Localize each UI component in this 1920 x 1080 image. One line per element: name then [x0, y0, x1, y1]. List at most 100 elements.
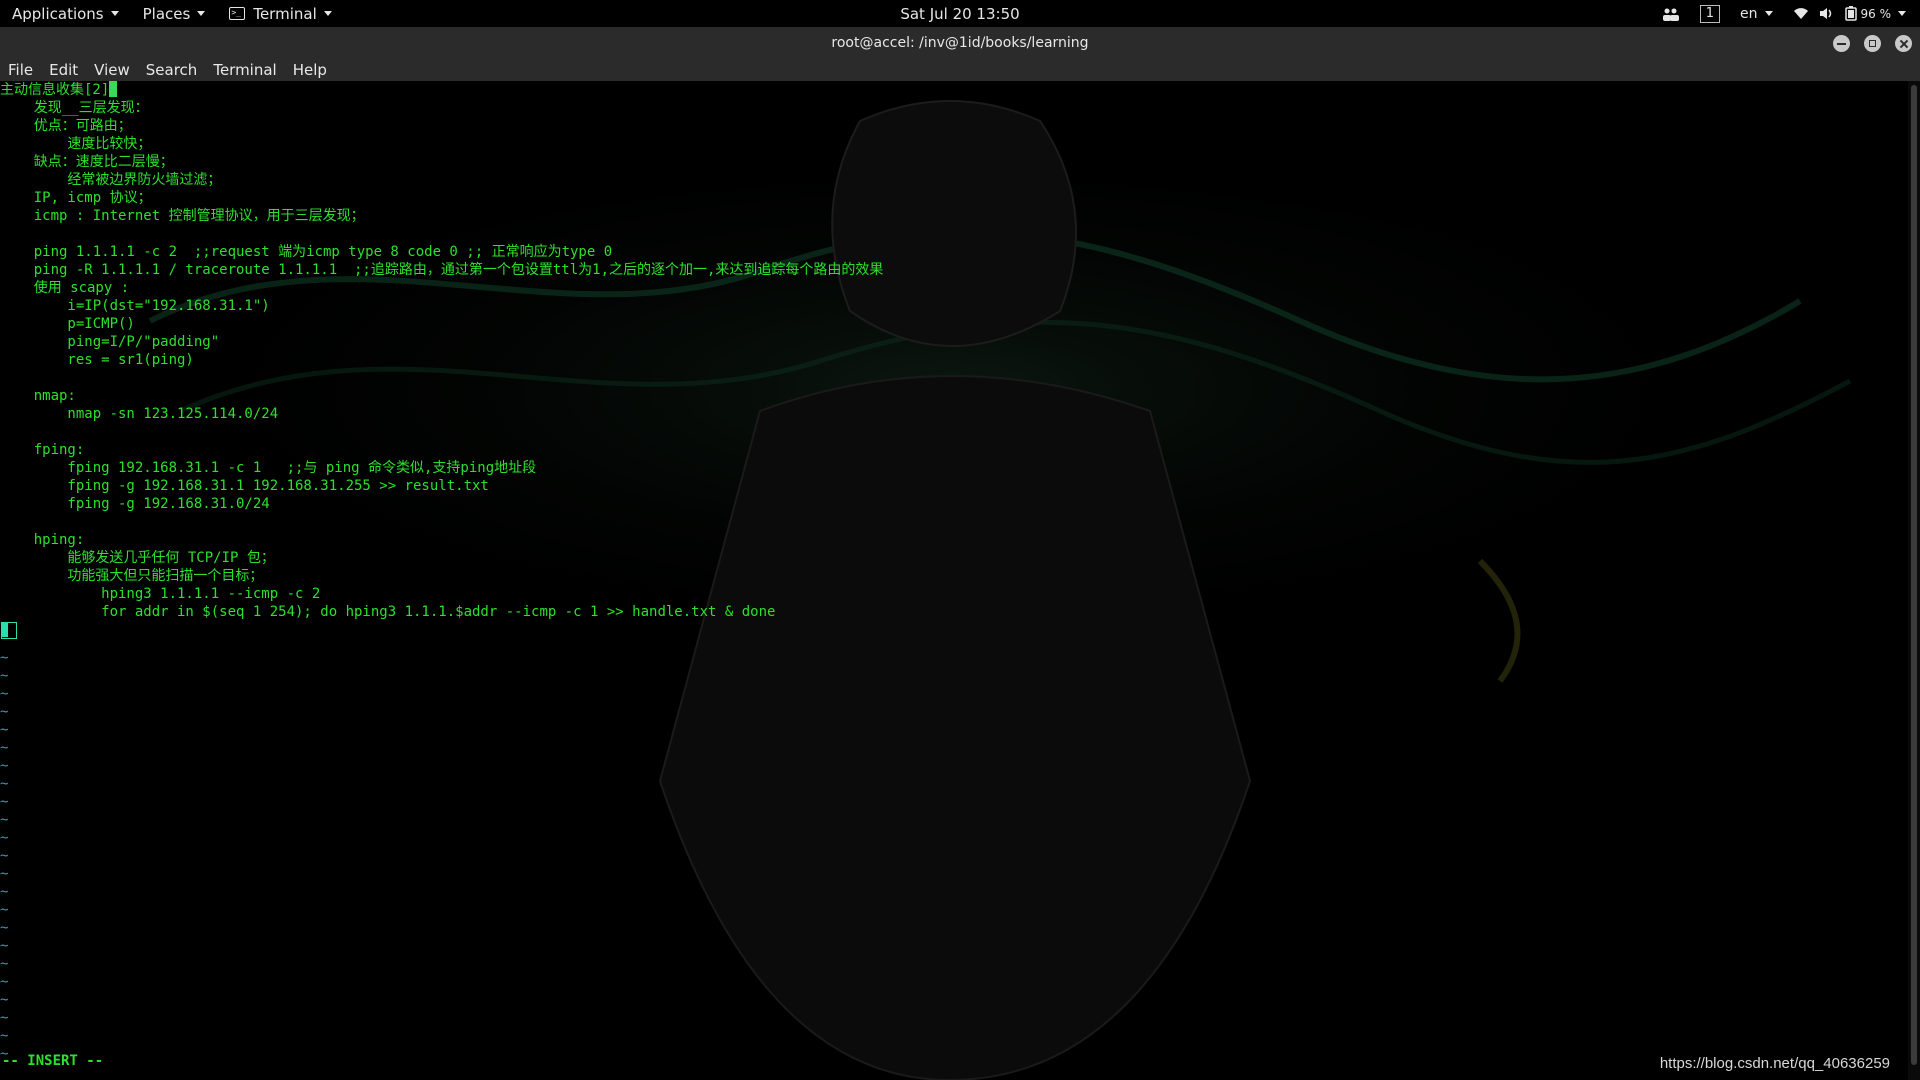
people-icon-svg: [1662, 8, 1679, 21]
applications-label: Applications: [12, 4, 104, 23]
vim-line: ping 1.1.1.1 -c 2 ;;request 端为icmp type …: [0, 243, 1908, 261]
terminal-app-menu[interactable]: >_ Terminal: [217, 0, 343, 27]
vim-empty-lines: ~ ~ ~ ~ ~ ~ ~ ~ ~ ~ ~ ~ ~ ~ ~ ~ ~ ~ ~ ~ …: [0, 650, 9, 1062]
terminal-area[interactable]: 主动信息收集[2] 发现__三层发现： 优点：可路由； 速度比较快； 缺点：速度…: [0, 81, 1908, 1080]
volume-icon: [1819, 8, 1831, 19]
terminal-app-label: Terminal: [253, 4, 317, 23]
wifi-icon: [1793, 8, 1808, 19]
workspace-indicator[interactable]: 1: [1692, 0, 1728, 27]
text-cursor: [1, 622, 17, 639]
vim-line: 经常被边界防火墙过滤；: [0, 171, 1908, 189]
window-controls: [1833, 27, 1912, 59]
vim-line: hping:: [0, 531, 1908, 549]
menu-search[interactable]: Search: [138, 59, 206, 81]
vim-line: 功能强大但只能扫描一个目标；: [0, 567, 1908, 585]
menu-help[interactable]: Help: [285, 59, 335, 81]
vim-line-text: icmp : Internet 控制管理协议，用于三层发现；: [0, 208, 365, 224]
vim-line-text: fping:: [0, 442, 85, 458]
terminal-scrollbar[interactable]: [1908, 81, 1920, 1080]
vim-line: 发现__三层发现：: [0, 99, 1908, 117]
vim-line-text: fping -g 192.168.31.0/24: [0, 496, 270, 512]
scrollbar-thumb[interactable]: [1911, 85, 1917, 1065]
vim-line: icmp : Internet 控制管理协议，用于三层发现；: [0, 207, 1908, 225]
vim-line: hping3 1.1.1.1 --icmp -c 2: [0, 585, 1908, 603]
battery-percentage: 96 %: [1860, 6, 1892, 21]
vim-line: 缺点：速度比二层慢；: [0, 153, 1908, 171]
chevron-down-icon: [197, 11, 206, 16]
vim-line-text: fping 192.168.31.1 -c 1 ;;与 ping 命令类似,支持…: [0, 460, 537, 476]
clock[interactable]: Sat Jul 20 13:50: [900, 5, 1019, 23]
vim-line: fping -g 192.168.31.0/24: [0, 495, 1908, 513]
vim-line-text: hping:: [0, 532, 85, 548]
close-button[interactable]: [1895, 34, 1912, 52]
applications-menu[interactable]: Applications: [0, 0, 131, 27]
vim-line-text: fping -g 192.168.31.1 192.168.31.255 >> …: [0, 478, 489, 494]
menu-file[interactable]: File: [0, 59, 41, 81]
vim-line-text: 缺点：速度比二层慢；: [0, 154, 174, 170]
vim-line: nmap -sn 123.125.114.0/24: [0, 405, 1908, 423]
menu-terminal[interactable]: Terminal: [205, 59, 284, 81]
menu-view[interactable]: View: [86, 59, 138, 81]
vim-mode-indicator: -- INSERT --: [2, 1053, 104, 1069]
vim-line-text: i=IP(dst="192.168.31.1"): [0, 298, 270, 314]
vim-line: fping:: [0, 441, 1908, 459]
vim-line-text: res = sr1(ping): [0, 352, 194, 368]
workspace-number: 1: [1699, 4, 1720, 23]
cursor-block: [109, 81, 118, 97]
vim-line: 主动信息收集[2]: [0, 81, 1908, 99]
vim-line-text: 能够发送几乎任何 TCP/IP 包；: [0, 550, 275, 566]
chevron-down-icon: [1764, 11, 1773, 16]
vim-line: fping 192.168.31.1 -c 1 ;;与 ping 命令类似,支持…: [0, 459, 1908, 477]
menu-edit[interactable]: Edit: [41, 59, 86, 81]
terminal-icon: >_: [229, 7, 246, 20]
vim-line: res = sr1(ping): [0, 351, 1908, 369]
vim-line: ping=I/P/"padding": [0, 333, 1908, 351]
vim-line: p=ICMP(): [0, 315, 1908, 333]
vim-line-text: ping 1.1.1.1 -c 2 ;;request 端为icmp type …: [0, 244, 613, 260]
people-icon[interactable]: [1654, 0, 1688, 27]
vim-line: ping -R 1.1.1.1 / traceroute 1.1.1.1 ;;追…: [0, 261, 1908, 279]
language-selector[interactable]: en: [1732, 0, 1781, 27]
vim-line: i=IP(dst="192.168.31.1"): [0, 297, 1908, 315]
vim-line: 使用 scapy :: [0, 279, 1908, 297]
vim-line: [0, 225, 1908, 243]
places-menu[interactable]: Places: [131, 0, 218, 27]
vim-line: 速度比较快；: [0, 135, 1908, 153]
menu-bar: File Edit View Search Terminal Help: [0, 59, 1920, 81]
vim-line-text: 功能强大但只能扫描一个目标；: [0, 568, 264, 584]
vim-line: for addr in $(seq 1 254); do hping3 1.1.…: [0, 603, 1908, 621]
vim-line: [0, 369, 1908, 387]
vim-line-text: for addr in $(seq 1 254); do hping3 1.1.…: [0, 604, 776, 620]
chevron-down-icon: [323, 11, 332, 16]
vim-line-text: nmap:: [0, 388, 76, 404]
chevron-down-icon: [110, 11, 119, 16]
vim-line: IP, icmp 协议；: [0, 189, 1908, 207]
language-label: en: [1740, 5, 1758, 22]
vim-line-text: IP, icmp 协议；: [0, 190, 152, 206]
vim-line-text: 优点：可路由；: [0, 118, 132, 134]
window-titlebar[interactable]: root@accel: /inv@1id/books/learning: [0, 27, 1920, 59]
vim-line-text: 主动信息收集[2]: [0, 82, 110, 98]
vim-line-text: 经常被边界防火墙过滤；: [0, 172, 222, 188]
system-tray: 1 en 96 %: [1654, 0, 1914, 27]
vim-line-text: 使用 scapy :: [0, 280, 130, 296]
chevron-down-icon: [1898, 11, 1906, 16]
vim-line-text: nmap -sn 123.125.114.0/24: [0, 406, 279, 422]
vim-line: [0, 513, 1908, 531]
vim-line: fping -g 192.168.31.1 192.168.31.255 >> …: [0, 477, 1908, 495]
vim-buffer[interactable]: 主动信息收集[2] 发现__三层发现： 优点：可路由； 速度比较快； 缺点：速度…: [0, 81, 1908, 621]
vim-line: 优点：可路由；: [0, 117, 1908, 135]
vim-line-text: ping -R 1.1.1.1 / traceroute 1.1.1.1 ;;追…: [0, 262, 884, 278]
maximize-button[interactable]: [1864, 34, 1881, 52]
watermark-url: https://blog.csdn.net/qq_40636259: [1659, 1055, 1890, 1072]
top-bar: Applications Places >_ Terminal Sat Jul …: [0, 0, 1920, 27]
vim-line: [0, 423, 1908, 441]
places-label: Places: [142, 4, 191, 23]
vim-line: nmap:: [0, 387, 1908, 405]
battery-icon: [1844, 6, 1857, 21]
minimize-button[interactable]: [1833, 34, 1850, 52]
vim-line-text: 速度比较快；: [0, 136, 152, 152]
window-title: root@accel: /inv@1id/books/learning: [831, 35, 1089, 51]
status-menu[interactable]: 96 %: [1785, 0, 1915, 27]
vim-line: 能够发送几乎任何 TCP/IP 包；: [0, 549, 1908, 567]
